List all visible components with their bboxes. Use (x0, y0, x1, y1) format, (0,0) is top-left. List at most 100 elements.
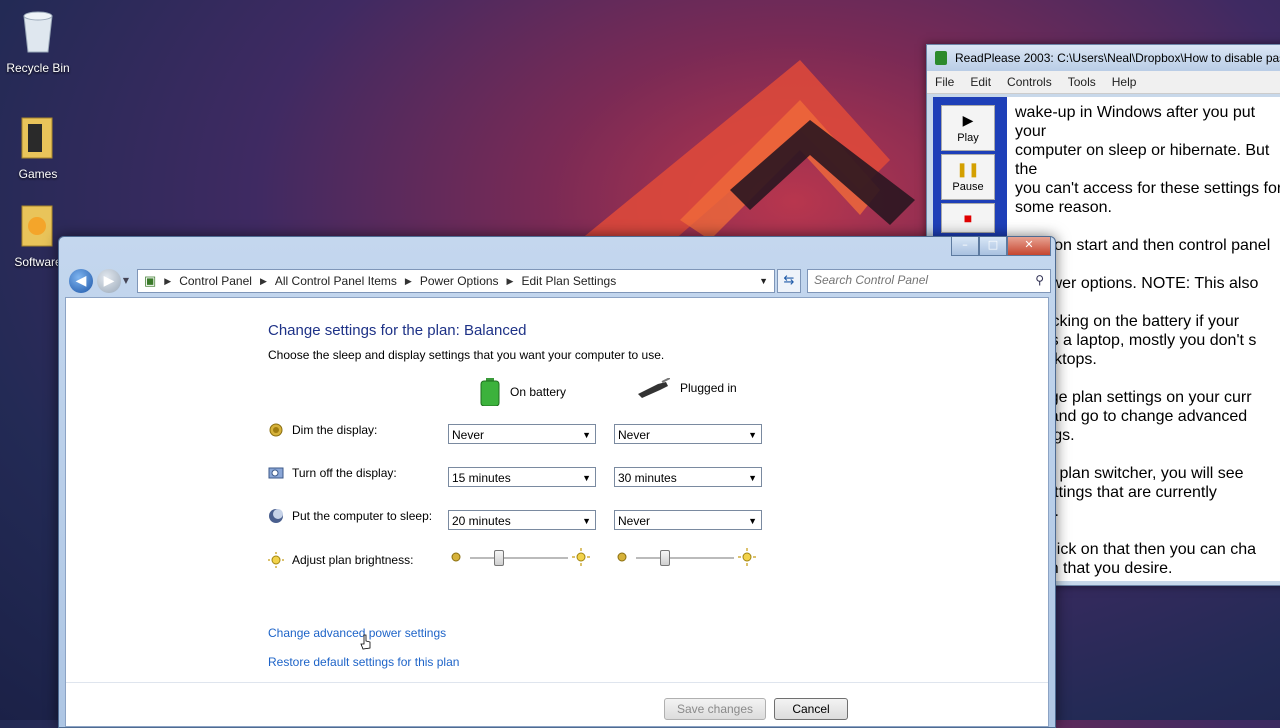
refresh-icon: ⇆ (783, 273, 795, 288)
setting-label: Dim the display: (292, 423, 378, 437)
breadcrumb-control-panel[interactable]: Control Panel (175, 274, 256, 288)
page-title: Change settings for the plan: Balanced (268, 322, 527, 339)
forward-button[interactable]: ▶ (97, 269, 121, 293)
control-panel-window: – □ ✕ ◀ ▶ ▼ ▣ ▶ Control Panel ▶ All Cont… (58, 236, 1056, 728)
selected-value: 15 minutes (452, 471, 511, 485)
dim-display-plugged-select[interactable]: Never ▼ (614, 424, 762, 444)
chevron-down-icon: ▼ (582, 473, 591, 483)
chevron-down-icon: ▼ (582, 430, 591, 440)
setting-label: Put the computer to sleep: (292, 509, 433, 523)
maximize-button[interactable]: □ (979, 237, 1007, 256)
slider-thumb[interactable] (660, 550, 671, 566)
column-label-plugged: Plugged in (680, 381, 737, 395)
address-bar[interactable]: ▣ ▶ Control Panel ▶ All Control Panel It… (137, 269, 775, 293)
menu-edit[interactable]: Edit (962, 71, 999, 93)
folder-icon (21, 117, 53, 159)
breadcrumb-all-items[interactable]: All Control Panel Items (271, 274, 401, 288)
control-panel-icon: ▣ (144, 273, 157, 288)
chevron-down-icon: ▼ (748, 516, 757, 526)
power-plug-icon (638, 378, 670, 398)
readplease-titlebar[interactable]: ReadPlease 2003: C:\Users\Neal\Dropbox\H… (927, 45, 1280, 71)
folder-icon (21, 205, 53, 247)
slider-track (470, 557, 568, 559)
minimize-button[interactable]: – (951, 237, 979, 256)
menu-controls[interactable]: Controls (999, 71, 1060, 93)
selected-value: 30 minutes (618, 471, 677, 485)
play-label: Play (957, 132, 979, 144)
navigation-bar: ◀ ▶ ▼ ▣ ▶ Control Panel ▶ All Control Pa… (65, 267, 1051, 295)
desktop-icon-games[interactable]: Games (0, 114, 76, 181)
column-label-battery: On battery (510, 385, 567, 399)
readplease-title: ReadPlease 2003: C:\Users\Neal\Dropbox\H… (955, 51, 1280, 65)
pause-button[interactable]: ❚❚ Pause (941, 154, 995, 200)
refresh-button[interactable]: ⇆ (777, 269, 801, 293)
sleep-plugged-select[interactable]: Never ▼ (614, 510, 762, 530)
breadcrumb-separator: ▶ (404, 275, 412, 286)
breadcrumb-separator: ▶ (506, 275, 514, 286)
setting-row-brightness: Adjust plan brightness: (268, 552, 413, 568)
forward-arrow-icon: ▶ (103, 273, 115, 289)
selected-value: Never (452, 428, 485, 442)
bright-sun-icon (738, 548, 756, 566)
search-input[interactable] (808, 270, 1030, 290)
selected-value: 20 minutes (452, 514, 511, 528)
sleep-battery-select[interactable]: 20 minutes ▼ (448, 510, 596, 530)
dim-sun-icon (451, 552, 461, 562)
restore-defaults-link[interactable]: Restore default settings for this plan (268, 655, 459, 669)
breadcrumb-edit-plan[interactable]: Edit Plan Settings (517, 274, 620, 288)
selected-value: Never (618, 428, 651, 442)
breadcrumb-separator: ▶ (259, 275, 267, 286)
desktop-icon-label: Games (18, 167, 58, 181)
chevron-down-icon: ▼ (748, 473, 757, 483)
slider-track (636, 557, 734, 559)
stop-icon: ■ (963, 210, 973, 226)
back-arrow-icon: ◀ (75, 273, 87, 289)
readplease-app-icon (935, 51, 947, 65)
menu-file[interactable]: File (927, 71, 962, 93)
menu-tools[interactable]: Tools (1060, 71, 1104, 93)
turn-off-display-battery-select[interactable]: 15 minutes ▼ (448, 467, 596, 487)
search-icon[interactable]: ⚲ (1035, 273, 1044, 287)
search-box: ⚲ (807, 269, 1051, 293)
setting-row-turn-off-display: Turn off the display: (268, 465, 397, 481)
stop-button[interactable]: ■ (941, 203, 995, 233)
dim-sun-icon (617, 552, 627, 562)
sleep-moon-icon (269, 509, 283, 523)
brightness-sun-icon (268, 552, 284, 568)
chevron-down-icon: ▼ (122, 276, 130, 285)
cancel-button[interactable]: Cancel (774, 698, 848, 720)
play-icon: ▶ (962, 112, 974, 128)
save-changes-button[interactable]: Save changes (664, 698, 766, 720)
page-description: Choose the sleep and display settings th… (268, 348, 665, 362)
breadcrumb-separator: ▶ (164, 275, 172, 286)
column-header-battery: On battery (480, 378, 566, 406)
breadcrumb-power-options[interactable]: Power Options (416, 274, 503, 288)
setting-row-sleep: Put the computer to sleep: (268, 508, 432, 524)
pause-label: Pause (952, 181, 984, 193)
chevron-down-icon: ▼ (748, 430, 757, 440)
address-dropdown-icon[interactable]: ▼ (759, 276, 774, 286)
recycle-bin-icon (23, 11, 53, 53)
window-controls: – □ ✕ (951, 237, 1051, 256)
desktop-icon-recycle-bin[interactable]: Recycle Bin (0, 8, 76, 75)
slider-thumb[interactable] (494, 550, 505, 566)
menu-help[interactable]: Help (1104, 71, 1145, 93)
turn-off-display-plugged-select[interactable]: 30 minutes ▼ (614, 467, 762, 487)
dim-display-battery-select[interactable]: Never ▼ (448, 424, 596, 444)
recent-pages-dropdown[interactable]: ▼ (121, 269, 131, 293)
plan-settings-content: Change settings for the plan: Balanced C… (65, 297, 1049, 727)
play-button[interactable]: ▶ Play (941, 105, 995, 151)
setting-label: Adjust plan brightness: (292, 553, 414, 567)
brightness-battery-slider[interactable] (450, 546, 590, 570)
close-button[interactable]: ✕ (1007, 237, 1051, 256)
bright-sun-icon (572, 548, 590, 566)
pause-icon: ❚❚ (956, 161, 980, 177)
dim-display-icon (269, 423, 283, 437)
back-button[interactable]: ◀ (69, 269, 93, 293)
change-advanced-settings-link[interactable]: Change advanced power settings (268, 626, 446, 640)
setting-row-dim-display: Dim the display: (268, 422, 377, 438)
display-clock-icon (268, 467, 284, 479)
brightness-plugged-slider[interactable] (616, 546, 756, 570)
selected-value: Never (618, 514, 651, 528)
readplease-controls: ▶ Play ❚❚ Pause ■ (941, 105, 995, 236)
